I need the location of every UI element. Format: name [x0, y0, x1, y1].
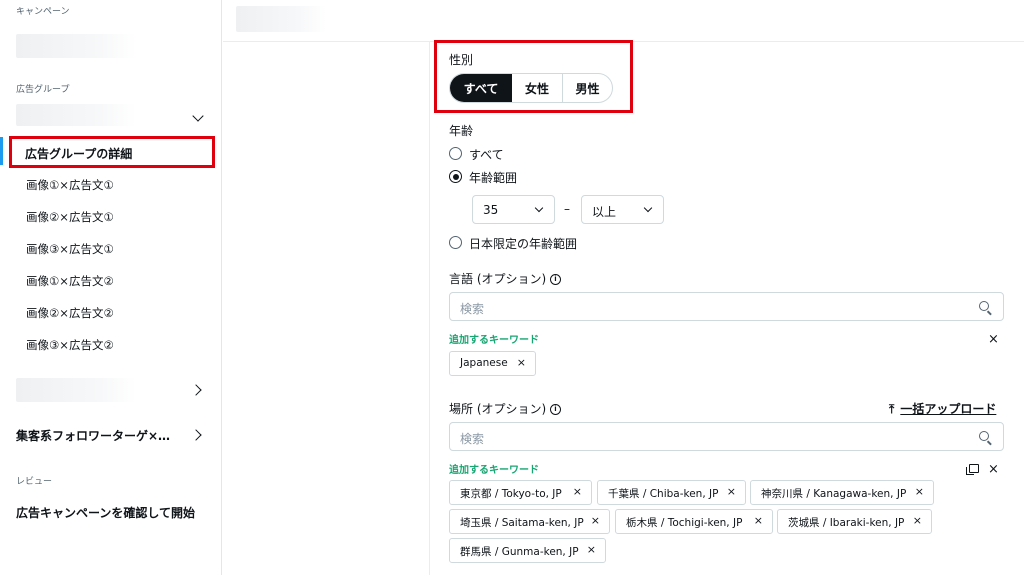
search-icon — [979, 301, 989, 311]
sidebar-ad-item[interactable]: 画像③×広告文② — [26, 337, 114, 353]
location-chip: 群馬県 / Gunma-ken, JP × — [449, 538, 606, 563]
adgroup-blurred-item[interactable] — [16, 378, 136, 402]
close-icon[interactable]: × — [573, 485, 582, 498]
chip-label: 群馬県 / Gunma-ken, JP — [460, 546, 579, 558]
sidebar-ad-item[interactable]: 画像①×広告文② — [26, 273, 114, 289]
chip-label: 埼玉県 / Saitama-ken, JP — [460, 517, 584, 529]
gender-option-all[interactable]: すべて — [450, 74, 512, 102]
language-chip: Japanese × — [449, 351, 536, 376]
close-icon[interactable]: × — [915, 485, 924, 498]
age-radio-range[interactable] — [449, 170, 462, 183]
sidebar-ad-item[interactable]: 画像②×広告文② — [26, 305, 114, 321]
close-icon[interactable]: × — [727, 485, 736, 498]
gender-option-female[interactable]: 女性 — [512, 74, 563, 102]
topbar-blurred-title — [236, 6, 326, 32]
age-radio-all-label: すべて — [469, 148, 504, 162]
copy-icon[interactable] — [966, 464, 979, 475]
sidebar-ad-item[interactable]: 画像①×広告文① — [26, 177, 114, 193]
adgroup-name-blurred[interactable] — [16, 104, 136, 126]
upload-icon: ⤒ — [889, 402, 895, 416]
chip-label: 千葉県 / Chiba-ken, JP — [608, 488, 719, 500]
location-chip: 栃木県 / Tochigi-ken, JP × — [615, 509, 773, 534]
location-chip: 茨城県 / Ibaraki-ken, JP × — [777, 509, 932, 534]
location-chip: 東京都 / Tokyo-to, JP × — [449, 480, 592, 505]
age-from-value: 35 — [483, 203, 499, 217]
language-label: 言語 (オプション) — [449, 272, 547, 286]
language-search-input[interactable]: 検索 — [449, 292, 1004, 321]
chevron-right-icon[interactable] — [190, 384, 202, 396]
search-icon — [979, 431, 989, 441]
chevron-right-icon[interactable] — [190, 429, 202, 441]
close-icon[interactable]: × — [591, 514, 600, 527]
campaign-name-blurred[interactable] — [16, 34, 136, 58]
gender-segmented-control[interactable]: すべて 女性 男性 — [449, 73, 613, 103]
sidebar: キャンペーン 広告グループ 広告グループの詳細 画像①×広告文① 画像②×広告文… — [0, 0, 222, 575]
location-chip: 千葉県 / Chiba-ken, JP × — [597, 480, 746, 505]
chip-label: 神奈川県 / Kanagawa-ken, JP — [761, 488, 907, 500]
sidebar-item-adgroup2[interactable]: 集客系フォロワーターゲ×… — [16, 427, 170, 444]
age-from-select[interactable]: 35 — [472, 195, 555, 224]
age-to-select[interactable]: 以上 — [581, 195, 664, 224]
age-to-value: 以上 — [592, 205, 617, 219]
location-chip: 埼玉県 / Saitama-ken, JP × — [449, 509, 610, 534]
close-icon[interactable]: × — [988, 332, 999, 347]
age-radio-range-label: 年齢範囲 — [469, 171, 518, 185]
chip-label: Japanese — [460, 357, 508, 369]
sidebar-ad-item[interactable]: 画像②×広告文① — [26, 209, 114, 225]
age-range-separator: – — [564, 202, 570, 216]
gender-option-male[interactable]: 男性 — [563, 74, 612, 102]
bulk-upload-label: 一括アップロード — [900, 402, 997, 416]
age-radio-japan-label: 日本限定の年齢範囲 — [469, 237, 578, 251]
content-divider — [429, 42, 430, 575]
sidebar-item-review[interactable]: 広告キャンペーンを確認して開始 — [16, 504, 195, 521]
sidebar-ad-item[interactable]: 画像③×広告文① — [26, 241, 114, 257]
chip-label: 東京都 / Tokyo-to, JP — [460, 488, 562, 500]
language-search-placeholder: 検索 — [460, 302, 485, 316]
close-icon[interactable]: × — [517, 356, 526, 369]
location-chip: 神奈川県 / Kanagawa-ken, JP × — [750, 480, 934, 505]
close-icon[interactable]: × — [988, 462, 999, 477]
chevron-down-icon — [643, 203, 653, 213]
info-icon[interactable]: i — [550, 274, 561, 285]
close-icon[interactable]: × — [587, 543, 596, 556]
info-icon[interactable]: i — [550, 404, 561, 415]
chevron-down-icon[interactable] — [192, 110, 204, 122]
top-bar — [223, 0, 1024, 42]
age-radio-all[interactable] — [449, 147, 462, 160]
language-keywords-label: 追加するキーワード — [449, 335, 539, 346]
chip-label: 栃木県 / Tochigi-ken, JP — [626, 517, 743, 529]
close-icon[interactable]: × — [913, 514, 922, 527]
sidebar-item-adgroup-detail[interactable]: 広告グループの詳細 — [9, 136, 215, 168]
chevron-down-icon — [534, 203, 544, 213]
age-label: 年齢 — [449, 124, 474, 138]
campaign-section-label: キャンペーン — [16, 7, 70, 17]
close-icon[interactable]: × — [754, 514, 763, 527]
active-indicator — [0, 137, 3, 165]
gender-label: 性別 — [449, 53, 474, 67]
adgroup-section-label: 広告グループ — [16, 85, 70, 95]
chip-label: 茨城県 / Ibaraki-ken, JP — [788, 517, 905, 529]
location-label: 場所 (オプション) — [449, 402, 547, 416]
location-search-placeholder: 検索 — [460, 432, 485, 446]
bulk-upload-button[interactable]: ⤒ 一括アップロード — [889, 400, 996, 417]
age-radio-japan[interactable] — [449, 236, 462, 249]
review-section-label: レビュー — [16, 477, 53, 487]
location-search-input[interactable]: 検索 — [449, 422, 1004, 451]
location-keywords-label: 追加するキーワード — [449, 465, 539, 476]
